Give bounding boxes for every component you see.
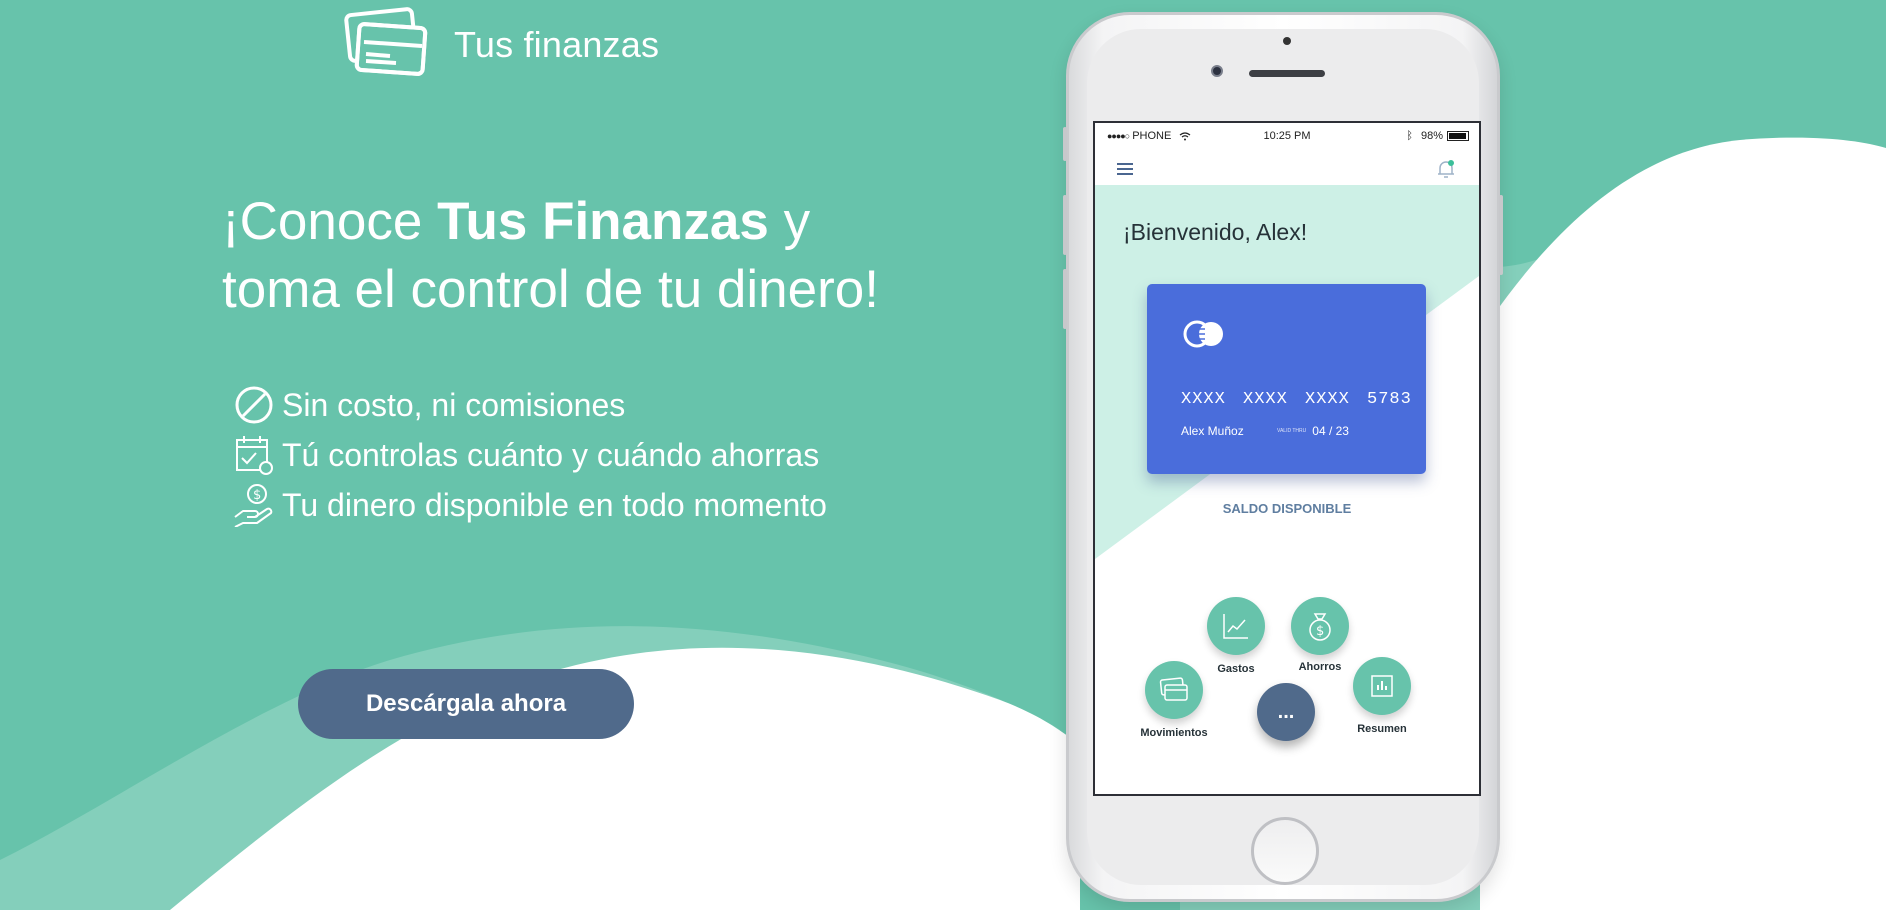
- money-bag-icon: $: [1309, 613, 1331, 641]
- more-options-button[interactable]: ...: [1257, 683, 1315, 741]
- app-bar: [1095, 149, 1479, 185]
- download-button[interactable]: Descárgala ahora: [298, 669, 634, 739]
- card-expiry-date: 04 / 23: [1312, 424, 1349, 438]
- volume-up-button: [1063, 195, 1067, 255]
- phone-screen: ●●●●○ PHONE 10:25 PM ᛒ 98% ¡Bienvenido, …: [1093, 121, 1481, 796]
- resumen-label: Resumen: [1357, 723, 1407, 735]
- svg-text:$: $: [253, 488, 261, 503]
- feature-item: Tú controlas cuánto y cuándo ahorras: [232, 430, 827, 480]
- resumen-button[interactable]: Resumen: [1353, 657, 1411, 735]
- status-bar: ●●●●○ PHONE 10:25 PM ᛒ 98%: [1095, 123, 1479, 149]
- cards-icon: [1159, 677, 1188, 701]
- movimientos-label: Movimientos: [1140, 727, 1208, 739]
- calendar-savings-icon: [232, 433, 276, 477]
- feature-text: Tú controlas cuánto y cuándo ahorras: [282, 436, 820, 473]
- no-fees-icon: [232, 383, 276, 427]
- brand-name: Tus finanzas: [454, 24, 660, 65]
- credit-card[interactable]: XXXX XXXX XXXX 5783 Alex Muñoz VALID THR…: [1147, 284, 1426, 474]
- gastos-button[interactable]: Gastos: [1207, 597, 1265, 675]
- feature-item: $ Tu dinero disponible en todo momento: [232, 480, 827, 530]
- phone-speaker: [1249, 70, 1325, 77]
- feature-text: Tu dinero disponible en todo momento: [282, 486, 827, 523]
- front-camera: [1211, 65, 1223, 77]
- hand-money-icon: $: [232, 483, 276, 527]
- hamburger-menu-icon[interactable]: [1117, 163, 1133, 175]
- feature-item: Sin costo, ni comisiones: [232, 380, 827, 430]
- card-valid-label: VALID THRU: [1277, 427, 1307, 434]
- line-chart-icon: [1223, 614, 1248, 639]
- hero-headline: ¡Conoce Tus Finanzas y toma el control d…: [222, 188, 982, 324]
- notification-bell-icon[interactable]: [1437, 159, 1455, 179]
- battery-percent: 98%: [1420, 130, 1443, 142]
- phone-mockup: ●●●●○ PHONE 10:25 PM ᛒ 98% ¡Bienvenido, …: [1063, 12, 1503, 902]
- volume-down-button: [1063, 269, 1067, 329]
- headline-prefix: ¡Conoce: [222, 192, 438, 251]
- card-expiry: VALID THRU 04 / 23: [1277, 424, 1349, 438]
- power-button: [1499, 195, 1503, 275]
- card-number: XXXX XXXX XXXX 5783: [1181, 390, 1412, 409]
- svg-text:$: $: [1316, 624, 1324, 639]
- mute-switch: [1063, 127, 1067, 161]
- brand-logo[interactable]: Tus finanzas: [344, 4, 659, 84]
- card-brand-icon: [1183, 320, 1223, 348]
- headline-line2: toma el control de tu dinero!: [222, 260, 879, 319]
- headline-brand: Tus Finanzas: [437, 192, 769, 251]
- feature-list: Sin costo, ni comisiones Tú controlas cu…: [232, 380, 827, 530]
- movimientos-button[interactable]: Movimientos: [1140, 661, 1208, 739]
- bluetooth-icon: ᛒ: [1406, 130, 1413, 142]
- battery-icon: [1447, 131, 1469, 141]
- home-button[interactable]: [1251, 817, 1319, 885]
- card-holder-name: Alex Muñoz: [1181, 424, 1244, 438]
- ahorros-button[interactable]: $ Ahorros: [1291, 597, 1349, 673]
- bar-chart-icon: [1371, 675, 1393, 697]
- headline-suffix: y: [768, 192, 811, 251]
- feature-text: Sin costo, ni comisiones: [282, 386, 626, 423]
- welcome-greeting: ¡Bienvenido, Alex!: [1123, 219, 1308, 245]
- balance-label: SALDO DISPONIBLE: [1222, 501, 1352, 516]
- cards-logo-icon: [344, 7, 428, 76]
- proximity-sensor: [1283, 37, 1291, 45]
